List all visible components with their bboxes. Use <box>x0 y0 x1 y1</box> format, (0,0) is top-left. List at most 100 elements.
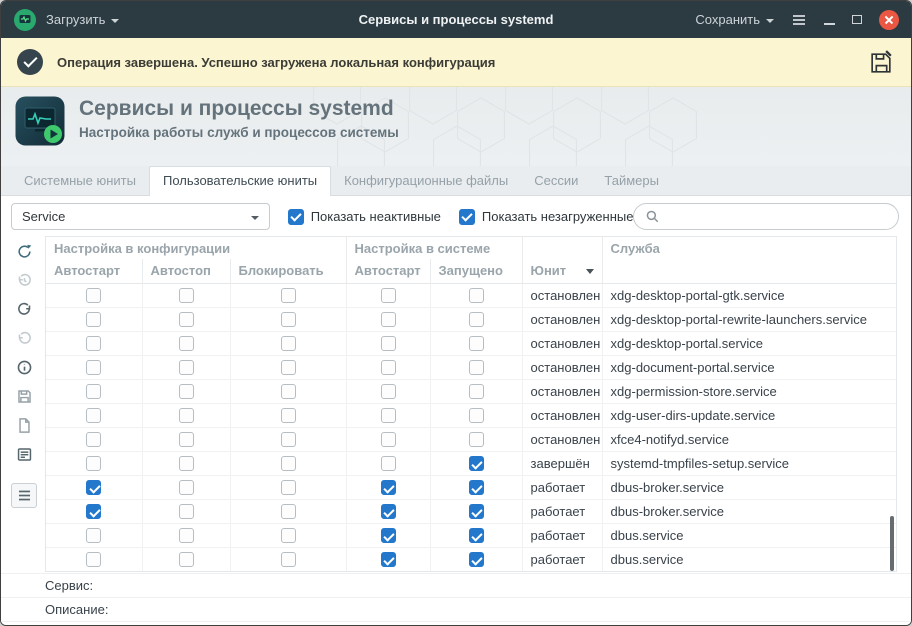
row-checkbox[interactable] <box>178 552 194 568</box>
row-checkbox[interactable] <box>468 432 484 448</box>
row-checkbox[interactable] <box>280 312 296 328</box>
tab-timers[interactable]: Таймеры <box>591 166 672 195</box>
row-checkbox[interactable] <box>468 456 484 472</box>
row-checkbox[interactable] <box>380 408 396 424</box>
table-row[interactable]: остановлен xdg-desktop-portal.service <box>46 330 896 355</box>
row-checkbox[interactable] <box>468 552 484 568</box>
row-checkbox[interactable] <box>380 504 396 520</box>
col-header-unit[interactable]: Юнит <box>521 259 603 283</box>
row-checkbox[interactable] <box>86 432 102 448</box>
row-checkbox[interactable] <box>86 480 102 496</box>
row-checkbox[interactable] <box>280 552 296 568</box>
table-row[interactable]: работает dbus.service <box>46 546 896 571</box>
table-row[interactable]: остановлен xdg-user-dirs-update.service <box>46 402 896 427</box>
row-checkbox[interactable] <box>280 408 296 424</box>
unit-type-select[interactable]: Service <box>11 203 270 230</box>
row-checkbox[interactable] <box>86 336 102 352</box>
row-checkbox[interactable] <box>468 504 484 520</box>
row-checkbox[interactable] <box>178 528 194 544</box>
row-checkbox[interactable] <box>280 432 296 448</box>
table-row[interactable]: остановлен xfce4-notifyd.service <box>46 426 896 451</box>
row-checkbox[interactable] <box>468 336 484 352</box>
row-checkbox[interactable] <box>380 480 396 496</box>
minimize-button[interactable] <box>824 22 835 25</box>
row-checkbox[interactable] <box>380 456 396 472</box>
tab-system-units[interactable]: Системные юниты <box>11 166 149 195</box>
row-checkbox[interactable] <box>178 480 194 496</box>
undo-button[interactable] <box>11 326 37 351</box>
row-checkbox[interactable] <box>468 384 484 400</box>
row-checkbox[interactable] <box>178 384 194 400</box>
row-checkbox[interactable] <box>280 360 296 376</box>
row-checkbox[interactable] <box>178 456 194 472</box>
row-checkbox[interactable] <box>280 456 296 472</box>
table-row[interactable]: завершён systemd-tmpfiles-setup.service <box>46 450 896 475</box>
row-checkbox[interactable] <box>178 288 194 304</box>
tab-sessions[interactable]: Сессии <box>521 166 591 195</box>
save-button[interactable]: Сохранить <box>695 12 774 27</box>
row-checkbox[interactable] <box>468 288 484 304</box>
save-file-button[interactable] <box>11 384 37 409</box>
row-checkbox[interactable] <box>380 528 396 544</box>
table-row[interactable]: работает dbus.service <box>46 522 896 547</box>
save-config-button[interactable] <box>868 49 895 76</box>
row-checkbox[interactable] <box>468 480 484 496</box>
table-row[interactable]: остановлен xdg-desktop-portal-rewrite-lau… <box>46 306 896 331</box>
row-checkbox[interactable] <box>86 312 102 328</box>
show-unloaded-checkbox[interactable] <box>458 208 475 225</box>
tab-user-units[interactable]: Пользовательские юниты <box>148 166 332 196</box>
table-row[interactable]: остановлен xdg-desktop-portal-gtk.service <box>46 282 896 307</box>
row-checkbox[interactable] <box>380 432 396 448</box>
close-button[interactable] <box>879 9 899 30</box>
row-checkbox[interactable] <box>280 288 296 304</box>
row-checkbox[interactable] <box>86 528 102 544</box>
refresh-button[interactable] <box>11 239 37 264</box>
row-checkbox[interactable] <box>280 504 296 520</box>
row-checkbox[interactable] <box>86 408 102 424</box>
col-header-cfg-autostop[interactable]: Автостоп <box>141 259 230 283</box>
table-row[interactable]: остановлен xdg-permission-store.service <box>46 378 896 403</box>
row-checkbox[interactable] <box>468 360 484 376</box>
row-checkbox[interactable] <box>178 336 194 352</box>
menu-button[interactable] <box>791 12 807 28</box>
row-checkbox[interactable] <box>280 336 296 352</box>
row-checkbox[interactable] <box>178 312 194 328</box>
row-checkbox[interactable] <box>280 384 296 400</box>
redo-button[interactable] <box>11 297 37 322</box>
details-view-button[interactable] <box>11 442 37 467</box>
row-checkbox[interactable] <box>86 504 102 520</box>
row-checkbox[interactable] <box>468 528 484 544</box>
col-header-sys-autostart[interactable]: Автостарт <box>345 259 431 283</box>
row-checkbox[interactable] <box>468 408 484 424</box>
restore-button[interactable] <box>852 15 862 24</box>
row-checkbox[interactable] <box>380 552 396 568</box>
search-input[interactable] <box>667 209 887 224</box>
new-file-button[interactable] <box>11 413 37 438</box>
row-checkbox[interactable] <box>380 288 396 304</box>
search-box[interactable] <box>633 203 899 230</box>
row-checkbox[interactable] <box>178 432 194 448</box>
row-checkbox[interactable] <box>178 504 194 520</box>
row-checkbox[interactable] <box>178 360 194 376</box>
table-row[interactable]: работает dbus-broker.service <box>46 474 896 499</box>
row-checkbox[interactable] <box>280 528 296 544</box>
row-checkbox[interactable] <box>86 456 102 472</box>
row-checkbox[interactable] <box>86 384 102 400</box>
history-undo-button[interactable] <box>11 268 37 293</box>
row-checkbox[interactable] <box>86 552 102 568</box>
table-row[interactable]: остановлен xdg-document-portal.service <box>46 354 896 379</box>
tab-config-files[interactable]: Конфигурационные файлы <box>331 166 521 195</box>
info-button[interactable] <box>11 355 37 380</box>
vertical-scrollbar[interactable] <box>890 516 894 571</box>
col-header-running[interactable]: Запущено <box>429 259 523 283</box>
row-checkbox[interactable] <box>380 360 396 376</box>
row-checkbox[interactable] <box>86 360 102 376</box>
row-checkbox[interactable] <box>380 384 396 400</box>
table-row[interactable]: работает dbus-broker.service <box>46 498 896 523</box>
row-checkbox[interactable] <box>280 480 296 496</box>
load-button[interactable]: Загрузить <box>46 12 120 27</box>
row-checkbox[interactable] <box>178 408 194 424</box>
show-unloaded-filter[interactable]: Показать незагруженные <box>458 208 633 225</box>
show-inactive-checkbox[interactable] <box>287 208 304 225</box>
col-header-cfg-autostart[interactable]: Автостарт <box>46 259 142 283</box>
